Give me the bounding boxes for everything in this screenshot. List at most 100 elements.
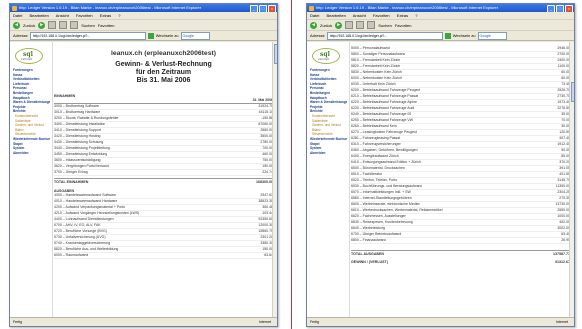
address-input[interactable]: http://192.168.0.1/cgi-bin/ledger.pl?... xyxy=(29,31,146,40)
menu-bearbeiten[interactable]: Bearbeiten xyxy=(29,13,48,18)
menu-extras[interactable]: Extras xyxy=(397,13,408,18)
account-name[interactable]: 5810 – Fremdarbeit Kein Zürich xyxy=(351,58,400,63)
account-name[interactable]: 4200 – Aufwand Verpackungsmaterial + Por… xyxy=(54,205,125,210)
forward-arrow-icon[interactable]: ► xyxy=(335,21,343,29)
refresh-icon[interactable] xyxy=(59,21,68,29)
account-name[interactable]: 6270 – Leasingkosten Fahrzeuge Peugeot xyxy=(351,130,417,135)
account-name[interactable]: 3440 – Dienstleistung Projektleitung xyxy=(54,146,110,151)
sidebar-item[interactable]: Wiederkehrende Buchungen xyxy=(13,137,50,142)
account-name[interactable]: 6600 – Werbeinserate, elektronische Medi… xyxy=(351,202,420,207)
scroll-thumb[interactable] xyxy=(273,44,277,64)
back-label[interactable]: Zurück xyxy=(23,23,35,28)
menu-help[interactable]: ? xyxy=(415,13,417,18)
account-name[interactable]: 6630 – Reisespesen, Kundenbetreuung xyxy=(351,220,413,225)
go-label[interactable]: Wechseln zu xyxy=(453,33,476,38)
account-name[interactable]: 6640 – Werbeleistung xyxy=(351,226,385,231)
minimize-button[interactable]: _ xyxy=(547,5,555,12)
account-name[interactable]: 6400 – Energieaufwand Zürich xyxy=(351,154,399,159)
account-name[interactable]: 6520 – Telefon, Telefax, Porto xyxy=(351,178,397,183)
sidebar-item[interactable]: Abmelden xyxy=(13,151,50,156)
account-name[interactable]: 6000 – Nebenkosten Kein Zürich xyxy=(351,76,402,81)
account-row[interactable]: 3700 – Übriger Ertrag 224.74 xyxy=(54,170,273,176)
menu-ansicht[interactable]: Ansicht xyxy=(56,13,69,18)
account-name[interactable]: 6220 – Betriebsaufwand Fahrzeuge Alpine xyxy=(351,100,417,105)
google-search-box[interactable]: Google xyxy=(477,31,507,40)
close-button[interactable]: × xyxy=(565,5,573,12)
account-name[interactable]: 6230 – Betriebsaufwand Fahrzeuge Audi xyxy=(351,106,414,111)
account-name[interactable]: 3430 – Dienstleistung Schulung xyxy=(54,140,103,145)
close-button[interactable]: × xyxy=(268,5,276,12)
account-name[interactable]: 3700 – Übriger Ertrag xyxy=(54,170,88,175)
account-row[interactable]: 6000 – Raumaufwand 63.64 xyxy=(54,253,273,259)
maximize-button[interactable]: □ xyxy=(556,5,564,12)
search-label[interactable]: Suchen xyxy=(81,23,95,28)
sidebar-item[interactable]: Abmelden xyxy=(310,151,347,156)
account-name[interactable]: 4010 – Handelswarenaufwand Hardware xyxy=(54,199,117,204)
account-name[interactable]: 6510 – Fachliteratur xyxy=(351,172,382,177)
account-name[interactable]: 5800 – Sonstiger Personalaufwand xyxy=(351,52,405,57)
account-name[interactable]: 5820 – Berufliche Aus- und Weiterbildung xyxy=(54,247,118,252)
account-name[interactable]: 4400 – Lohnaufwand Dienstleistungen xyxy=(54,217,114,222)
account-name[interactable]: 6530 – Buchführungs- und Beratungsaufwan… xyxy=(351,184,422,189)
account-name[interactable]: 5700 – AHV, IV, EO, ALV, FAK xyxy=(54,223,101,228)
account-name[interactable]: 6310 – Fahrzeugversicherungen xyxy=(351,142,401,147)
back-arrow-icon[interactable]: ◄ xyxy=(13,21,20,29)
favorites-label[interactable]: Favoriten xyxy=(98,23,115,28)
account-name[interactable]: 5740 – Krankentaggeldversicherung xyxy=(54,241,110,246)
scroll-thumb[interactable] xyxy=(570,82,574,102)
search-label[interactable]: Suchen xyxy=(378,23,392,28)
account-name[interactable]: 3450 – Dienstleistung Entwicklung xyxy=(54,152,107,157)
account-name[interactable]: 6260 – Betriebsaufwand Kein xyxy=(351,124,397,129)
maximize-button[interactable]: □ xyxy=(259,5,267,12)
account-name[interactable]: 6240 – Betriebsaufwand Fahrzeuge 05 xyxy=(351,112,411,117)
account-name[interactable]: 5830 – Nebenkosten Kein Zürich xyxy=(351,70,402,75)
menu-datei[interactable]: Datei xyxy=(310,13,319,18)
google-search-box[interactable]: Google xyxy=(180,31,210,40)
account-name[interactable]: 6500 – Büromaterial, Drucksachen xyxy=(351,166,405,171)
account-name[interactable]: 4210 – Aufwand Vorgänger Herzstellungsko… xyxy=(54,211,139,216)
scrollbar[interactable] xyxy=(272,42,277,318)
account-name[interactable]: 3400 – Dienstleistung Installation xyxy=(54,122,105,127)
scrollbar[interactable] xyxy=(569,42,574,318)
account-name[interactable]: 6410 – Entsorgungsaufwand Edition + Züri… xyxy=(351,160,421,165)
account-name[interactable]: 5000 – Personalaufwand xyxy=(351,46,390,51)
account-name[interactable]: 3410 – Dienstleistung Support xyxy=(54,128,101,133)
menu-bearbeiten[interactable]: Bearbeiten xyxy=(326,13,345,18)
account-name[interactable]: 3620 – Vergütungen Porto/Versand xyxy=(54,164,109,169)
stop-icon[interactable] xyxy=(48,21,57,29)
minimize-button[interactable]: _ xyxy=(250,5,258,12)
go-arrow-icon[interactable] xyxy=(147,32,154,39)
account-name[interactable]: 5820 – Fremdarbeit Kein Zürich xyxy=(351,64,400,69)
account-name[interactable]: 6210 – Betriebsaufwand Fahrzeuge Passat xyxy=(351,94,418,99)
account-name[interactable]: 3200 – Skonti, Rabatte & Rundungsfehler xyxy=(54,116,119,121)
menu-favoriten[interactable]: Favoriten xyxy=(76,13,93,18)
stop-icon[interactable] xyxy=(345,21,354,29)
menu-extras[interactable]: Extras xyxy=(100,13,111,18)
forward-arrow-icon[interactable]: ► xyxy=(38,21,46,29)
home-icon[interactable] xyxy=(70,21,79,29)
menu-help[interactable]: ? xyxy=(118,13,120,18)
account-name[interactable]: 3010 – Bruttoertrag Hardware xyxy=(54,110,100,115)
account-name[interactable]: 5720 – Berufliche Vorsorge (BVG) xyxy=(54,229,107,234)
home-icon[interactable] xyxy=(367,21,376,29)
account-name[interactable]: 6030 – Unterhalt Kein Zürich xyxy=(351,82,396,87)
account-name[interactable]: 3420 – Dienstleistung Hosting xyxy=(54,134,101,139)
account-name[interactable]: 6700 – Übriger Betriebsaufwand xyxy=(351,232,401,237)
account-row[interactable]: 6800 – Finanzaufwand 26.90 xyxy=(351,238,570,244)
account-name[interactable]: 3600 – Inkassoentschädigung xyxy=(54,158,101,163)
back-arrow-icon[interactable]: ◄ xyxy=(310,21,317,29)
account-name[interactable]: 6620 – Fachmessen, Ausstellungen xyxy=(351,214,406,219)
account-name[interactable]: 6360 – Abgaben, Gebühren, Bewilligungen xyxy=(351,148,418,153)
account-name[interactable]: 6580 – Internet-Standleitungsgebühren xyxy=(351,196,412,201)
account-name[interactable]: 3000 – Bruttoertrag Software xyxy=(54,104,99,109)
menu-ansicht[interactable]: Ansicht xyxy=(353,13,366,18)
back-label[interactable]: Zurück xyxy=(320,23,332,28)
favorites-label[interactable]: Favoriten xyxy=(395,23,412,28)
go-arrow-icon[interactable] xyxy=(444,32,451,39)
refresh-icon[interactable] xyxy=(356,21,365,29)
sidebar-item[interactable]: Wiederkehrende Buchungen xyxy=(310,137,347,142)
menu-datei[interactable]: Datei xyxy=(13,13,22,18)
address-input[interactable]: http://192.168.0.1/cgi-bin/ledger.pl?... xyxy=(326,31,443,40)
account-name[interactable]: 6200 – Betriebsaufwand Fahrzeuge Peugeot xyxy=(351,88,420,93)
account-name[interactable]: 4000 – Handelswarenaufwand Software xyxy=(54,193,116,198)
